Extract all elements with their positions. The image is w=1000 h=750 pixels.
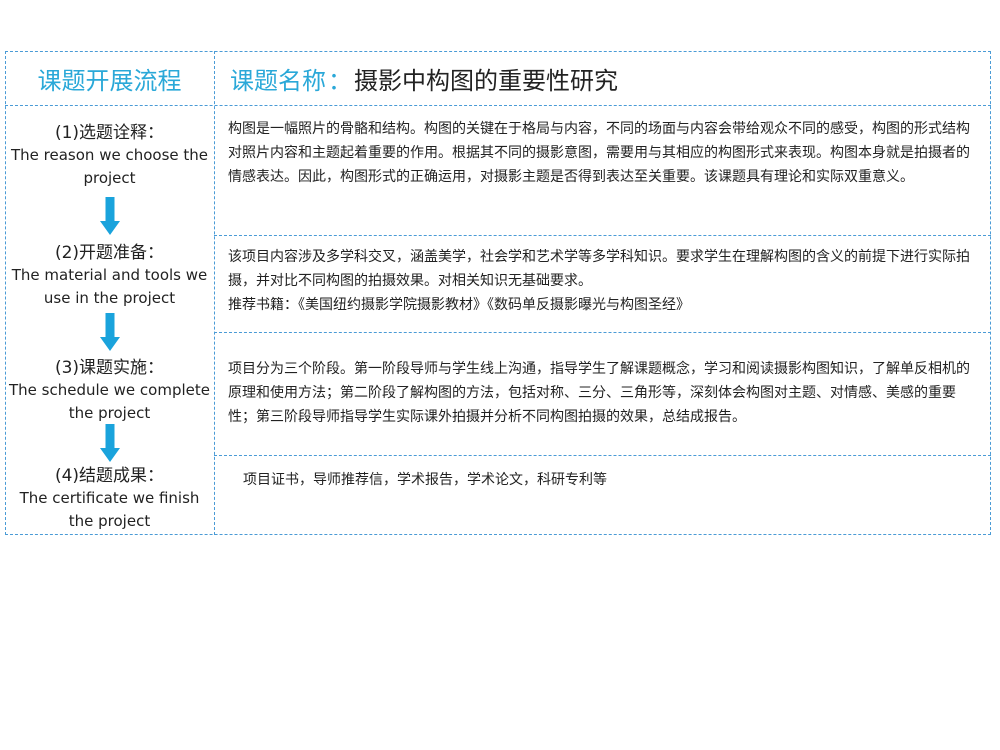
step-4-cn: (4)结题成果： — [54, 466, 165, 486]
row-divider-3 — [214, 455, 991, 456]
down-arrow-icon — [100, 313, 120, 351]
content-implementation: 项目分为三个阶段。第一阶段导师与学生线上沟通，指导学生了解课题概念，学习和阅读摄… — [228, 361, 970, 425]
content-preparation-text: 该项目内容涉及多学科交叉，涵盖美学，社会学和艺术学等多学科知识。要求学生在理解构… — [228, 249, 970, 289]
down-arrow-icon — [100, 197, 120, 235]
project-name-separator: ： — [328, 66, 352, 95]
recommended-books: 推荐书籍：《美国纽约摄影学院摄影教材》《数码单反摄影曝光与构图圣经》 — [228, 297, 690, 313]
content-results: 项目证书，导师推荐信，学术报告，学术论文，科研专利等 — [243, 472, 607, 488]
step-4: (4)结题成果： The certificate we finish the p… — [5, 465, 214, 533]
content-reason: 构图是一幅照片的骨骼和结构。构图的关键在于格局与内容，不同的场面与内容会带给观众… — [228, 121, 970, 185]
project-name-label: 课题名称 — [230, 66, 326, 95]
step-4-en: The certificate we finish the project — [19, 489, 200, 530]
step-2-cn: (2)开题准备： — [54, 243, 165, 263]
down-arrow-icon — [100, 424, 120, 462]
project-title: 课题名称 ： 摄影中构图的重要性研究 — [230, 51, 618, 105]
step-1-en: The reason we choose the project — [11, 146, 208, 187]
step-2: (2)开题准备： The material and tools we use i… — [5, 242, 214, 310]
column-divider — [214, 51, 215, 535]
step-3-cn: (3)课题实施： — [54, 358, 165, 378]
step-3: (3)课题实施： The schedule we complete the pr… — [5, 357, 214, 425]
step-1-cn: (1)选题诠释： — [54, 123, 165, 143]
step-2-en: The material and tools we use in the pro… — [11, 266, 208, 307]
step-3-en: The schedule we complete the project — [9, 381, 210, 422]
step-1: (1)选题诠释： The reason we choose the projec… — [5, 122, 214, 190]
project-name: 摄影中构图的重要性研究 — [354, 66, 618, 95]
row-divider-1 — [214, 235, 991, 236]
content-preparation: 该项目内容涉及多学科交叉，涵盖美学，社会学和艺术学等多学科知识。要求学生在理解构… — [228, 245, 973, 317]
row-divider-2 — [214, 332, 991, 333]
header-divider — [5, 105, 991, 106]
process-title: 课题开展流程 — [37, 66, 182, 95]
